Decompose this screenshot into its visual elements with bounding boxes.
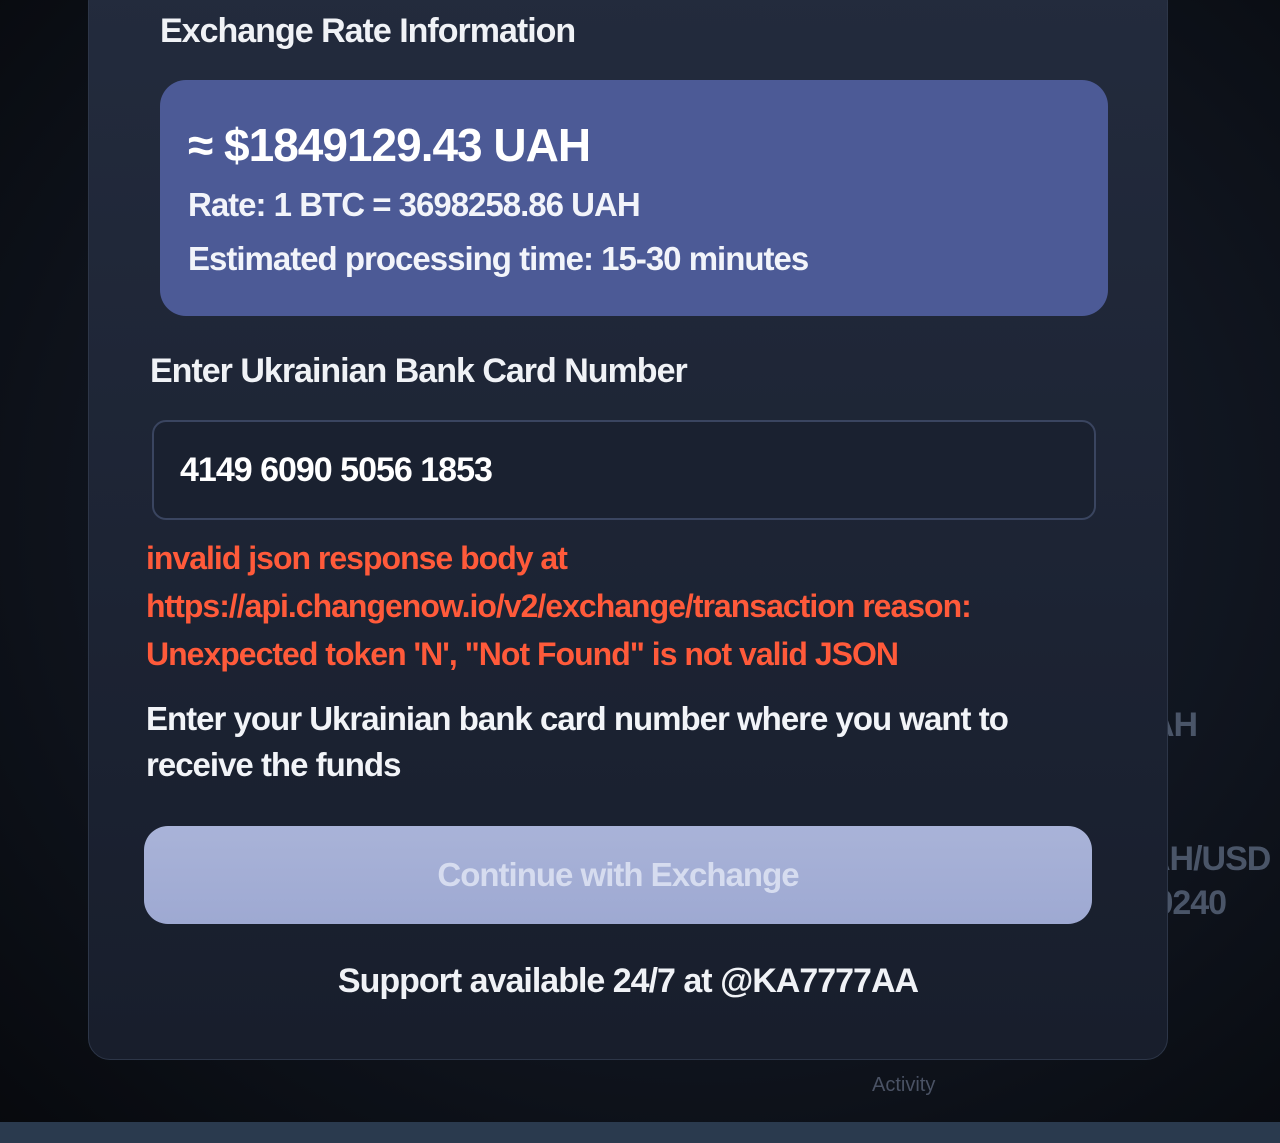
support-text: Support available 24/7 at @KA7777AA (337, 962, 919, 1000)
continue-exchange-button[interactable]: Continue with Exchange (144, 826, 1092, 924)
rate-value: Rate: 1 BTC = 3698258.86 UAH (188, 186, 641, 223)
screen: AH AH/USD .0240 Exchange Rate Informatio… (0, 0, 1280, 1143)
card-number-label: Enter Ukrainian Bank Card Number (150, 352, 688, 390)
processing-time: Estimated processing time: 15-30 minutes (188, 240, 809, 277)
bottom-bar (0, 1122, 1280, 1143)
activity-nav-label[interactable]: Activity (872, 1074, 935, 1097)
exchange-rate-title: Exchange Rate Information (160, 12, 576, 50)
estimated-amount: ≈ $1849129.43 UAH (188, 119, 591, 171)
card-number-input[interactable] (152, 420, 1096, 520)
rate-card: ≈ $1849129.43 UAH Rate: 1 BTC = 3698258.… (160, 80, 1108, 316)
error-message: invalid json response body at https://ap… (146, 540, 972, 672)
card-number-hint: Enter your Ukrainian bank card number wh… (146, 700, 1009, 783)
